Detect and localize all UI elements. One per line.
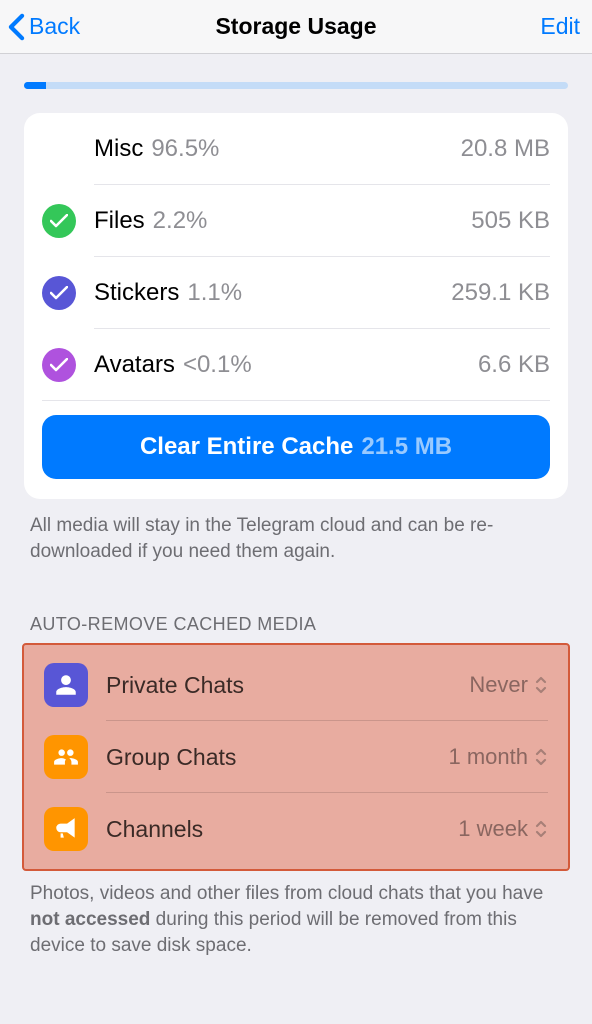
auto-value: Never bbox=[469, 672, 528, 698]
cache-label: Stickers bbox=[94, 279, 179, 307]
progress-segment-used bbox=[24, 82, 46, 89]
auto-label: Private Chats bbox=[106, 672, 469, 699]
storage-progress-bar bbox=[24, 82, 568, 89]
cache-percent: 1.1% bbox=[187, 279, 242, 307]
cache-row-misc[interactable]: Misc 96.5% 20.8 MB bbox=[42, 113, 550, 185]
auto-remove-list: Private Chats Never Group Chats 1 month … bbox=[24, 649, 568, 865]
megaphone-icon bbox=[44, 807, 88, 851]
highlight-overlay: Private Chats Never Group Chats 1 month … bbox=[22, 643, 570, 871]
auto-label: Channels bbox=[106, 816, 458, 843]
back-label: Back bbox=[29, 13, 80, 40]
cache-footer-text: All media will stay in the Telegram clou… bbox=[30, 513, 562, 564]
cache-percent: 2.2% bbox=[153, 207, 208, 235]
auto-value: 1 week bbox=[458, 816, 528, 842]
edit-button[interactable]: Edit bbox=[540, 13, 580, 40]
person-icon bbox=[44, 663, 88, 707]
auto-row-channels[interactable]: Channels 1 week bbox=[44, 793, 548, 865]
auto-remove-header: AUTO-REMOVE CACHED MEDIA bbox=[30, 614, 562, 635]
up-down-icon bbox=[534, 818, 548, 840]
cache-percent: <0.1% bbox=[183, 351, 252, 379]
cache-size: 6.6 KB bbox=[478, 351, 550, 379]
clear-button-label: Clear Entire Cache bbox=[140, 433, 353, 461]
auto-label: Group Chats bbox=[106, 744, 449, 771]
group-icon bbox=[44, 735, 88, 779]
cache-card: Misc 96.5% 20.8 MB Files 2.2% 505 KB Sti… bbox=[24, 113, 568, 499]
checkmark-icon bbox=[42, 132, 76, 166]
clear-button-size: 21.5 MB bbox=[361, 433, 452, 461]
cache-label: Files bbox=[94, 207, 145, 235]
cache-row-avatars[interactable]: Avatars <0.1% 6.6 KB bbox=[42, 329, 550, 401]
back-button[interactable]: Back bbox=[8, 13, 80, 41]
auto-value: 1 month bbox=[449, 744, 529, 770]
navigation-bar: Back Storage Usage Edit bbox=[0, 0, 592, 54]
cache-size: 259.1 KB bbox=[451, 279, 550, 307]
cache-label: Avatars bbox=[94, 351, 175, 379]
cache-row-stickers[interactable]: Stickers 1.1% 259.1 KB bbox=[42, 257, 550, 329]
up-down-icon bbox=[534, 674, 548, 696]
checkmark-icon bbox=[42, 276, 76, 310]
cache-percent: 96.5% bbox=[151, 135, 219, 163]
checkmark-icon bbox=[42, 348, 76, 382]
auto-row-group-chats[interactable]: Group Chats 1 month bbox=[44, 721, 548, 793]
up-down-icon bbox=[534, 746, 548, 768]
checkmark-icon bbox=[42, 204, 76, 238]
auto-row-private-chats[interactable]: Private Chats Never bbox=[44, 649, 548, 721]
page-title: Storage Usage bbox=[215, 13, 376, 40]
clear-cache-button[interactable]: Clear Entire Cache 21.5 MB bbox=[42, 415, 550, 479]
cache-row-files[interactable]: Files 2.2% 505 KB bbox=[42, 185, 550, 257]
chevron-left-icon bbox=[8, 13, 25, 41]
cache-size: 505 KB bbox=[471, 207, 550, 235]
cache-size: 20.8 MB bbox=[461, 135, 550, 163]
auto-remove-footer: Photos, videos and other files from clou… bbox=[30, 881, 562, 958]
cache-label: Misc bbox=[94, 135, 143, 163]
